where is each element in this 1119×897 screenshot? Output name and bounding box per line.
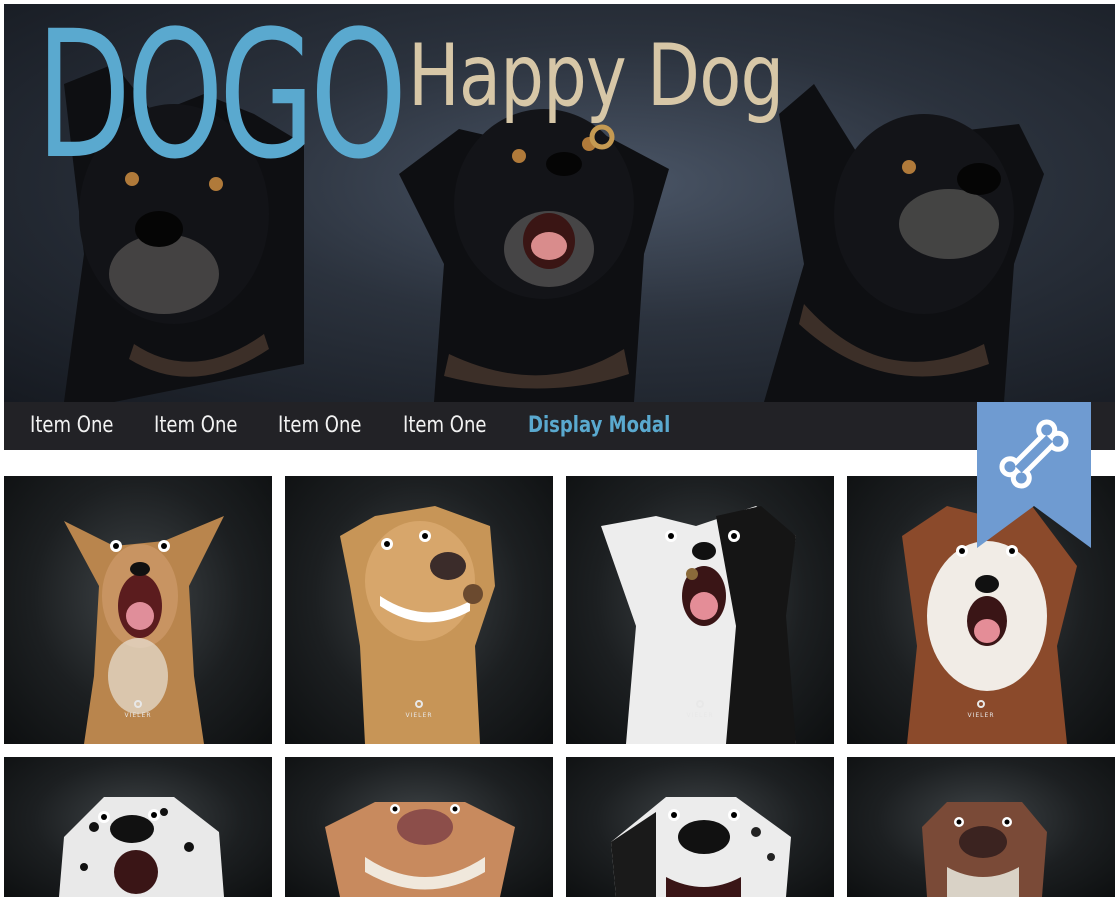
- brand-logo: DOGO: [36, 4, 407, 198]
- gallery-tile-1[interactable]: VIELER: [4, 476, 272, 744]
- gallery-tile-7[interactable]: [566, 757, 834, 897]
- dog-photo-8: [922, 802, 1047, 897]
- gallery-tile-5[interactable]: [4, 757, 272, 897]
- watermark-icon: [696, 700, 704, 708]
- hero-dog-right: [764, 84, 1044, 402]
- bookmark-ribbon[interactable]: [977, 402, 1091, 548]
- gallery-tile-8[interactable]: [847, 757, 1115, 897]
- main-nav: Item One Item One Item One Item One Disp…: [4, 402, 1115, 450]
- watermark-text: VIELER: [967, 712, 995, 719]
- dog-photo-5: [59, 797, 224, 897]
- display-modal-link[interactable]: Display Modal: [528, 402, 670, 450]
- watermark-text: VIELER: [686, 712, 714, 719]
- gallery-tile-3[interactable]: VIELER: [566, 476, 834, 744]
- nav-item-one[interactable]: Item One: [30, 402, 114, 450]
- watermark-icon: [134, 700, 142, 708]
- watermark-text: VIELER: [405, 712, 433, 719]
- dog-photo-6: [325, 802, 515, 897]
- gallery-tile-2[interactable]: VIELER: [285, 476, 553, 744]
- nav-item-three[interactable]: Item One: [278, 402, 362, 450]
- watermark-icon: [415, 700, 423, 708]
- watermark-text: VIELER: [124, 712, 152, 719]
- watermark-icon: [977, 700, 985, 708]
- nav-item-two[interactable]: Item One: [154, 402, 238, 450]
- brand-tagline: Happy Dog: [408, 26, 784, 126]
- nav-item-four[interactable]: Item One: [403, 402, 487, 450]
- dog-photo-7: [611, 797, 791, 897]
- hero-dog-middle: [399, 109, 669, 402]
- gallery-tile-6[interactable]: [285, 757, 553, 897]
- hero-banner: DOGO Happy Dog: [4, 4, 1115, 402]
- page: DOGO Happy Dog Item One Item One Item On…: [0, 0, 1119, 897]
